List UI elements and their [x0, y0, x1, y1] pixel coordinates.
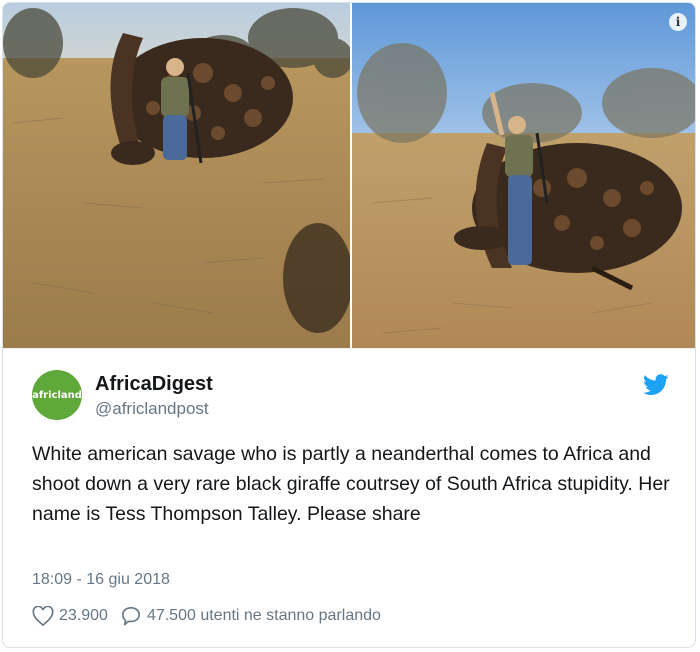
- tweet-media: i: [3, 3, 695, 348]
- twitter-bird-icon[interactable]: [643, 374, 669, 396]
- tweet-card: i africland AfricaDigest @africlandpost …: [2, 2, 696, 648]
- avatar[interactable]: africland: [32, 370, 82, 420]
- reply-button[interactable]: 47.500 utenti ne stanno parlando: [120, 606, 381, 626]
- replies-label: 47.500 utenti ne stanno parlando: [146, 607, 381, 624]
- like-button[interactable]: 23.900: [32, 606, 108, 626]
- tweet-text: White american savage who is partly a ne…: [32, 443, 670, 525]
- info-icon[interactable]: i: [669, 13, 687, 31]
- heart-icon: [32, 606, 54, 626]
- like-count: 23.900: [59, 607, 108, 624]
- avatar-text: africland: [32, 389, 82, 401]
- user-handle[interactable]: @africlandpost: [95, 399, 209, 419]
- tweet-body: africland AfricaDigest @africlandpost Wh…: [3, 348, 695, 647]
- tweet-actions: 23.900 47.500 utenti ne stanno parlando: [32, 606, 393, 626]
- speech-bubble-icon: [121, 607, 140, 626]
- tweet-timestamp[interactable]: 18:09 - 16 giu 2018: [32, 571, 170, 589]
- photo-left[interactable]: [3, 3, 350, 348]
- photo-right[interactable]: [352, 3, 695, 348]
- display-name[interactable]: AfricaDigest: [95, 373, 213, 396]
